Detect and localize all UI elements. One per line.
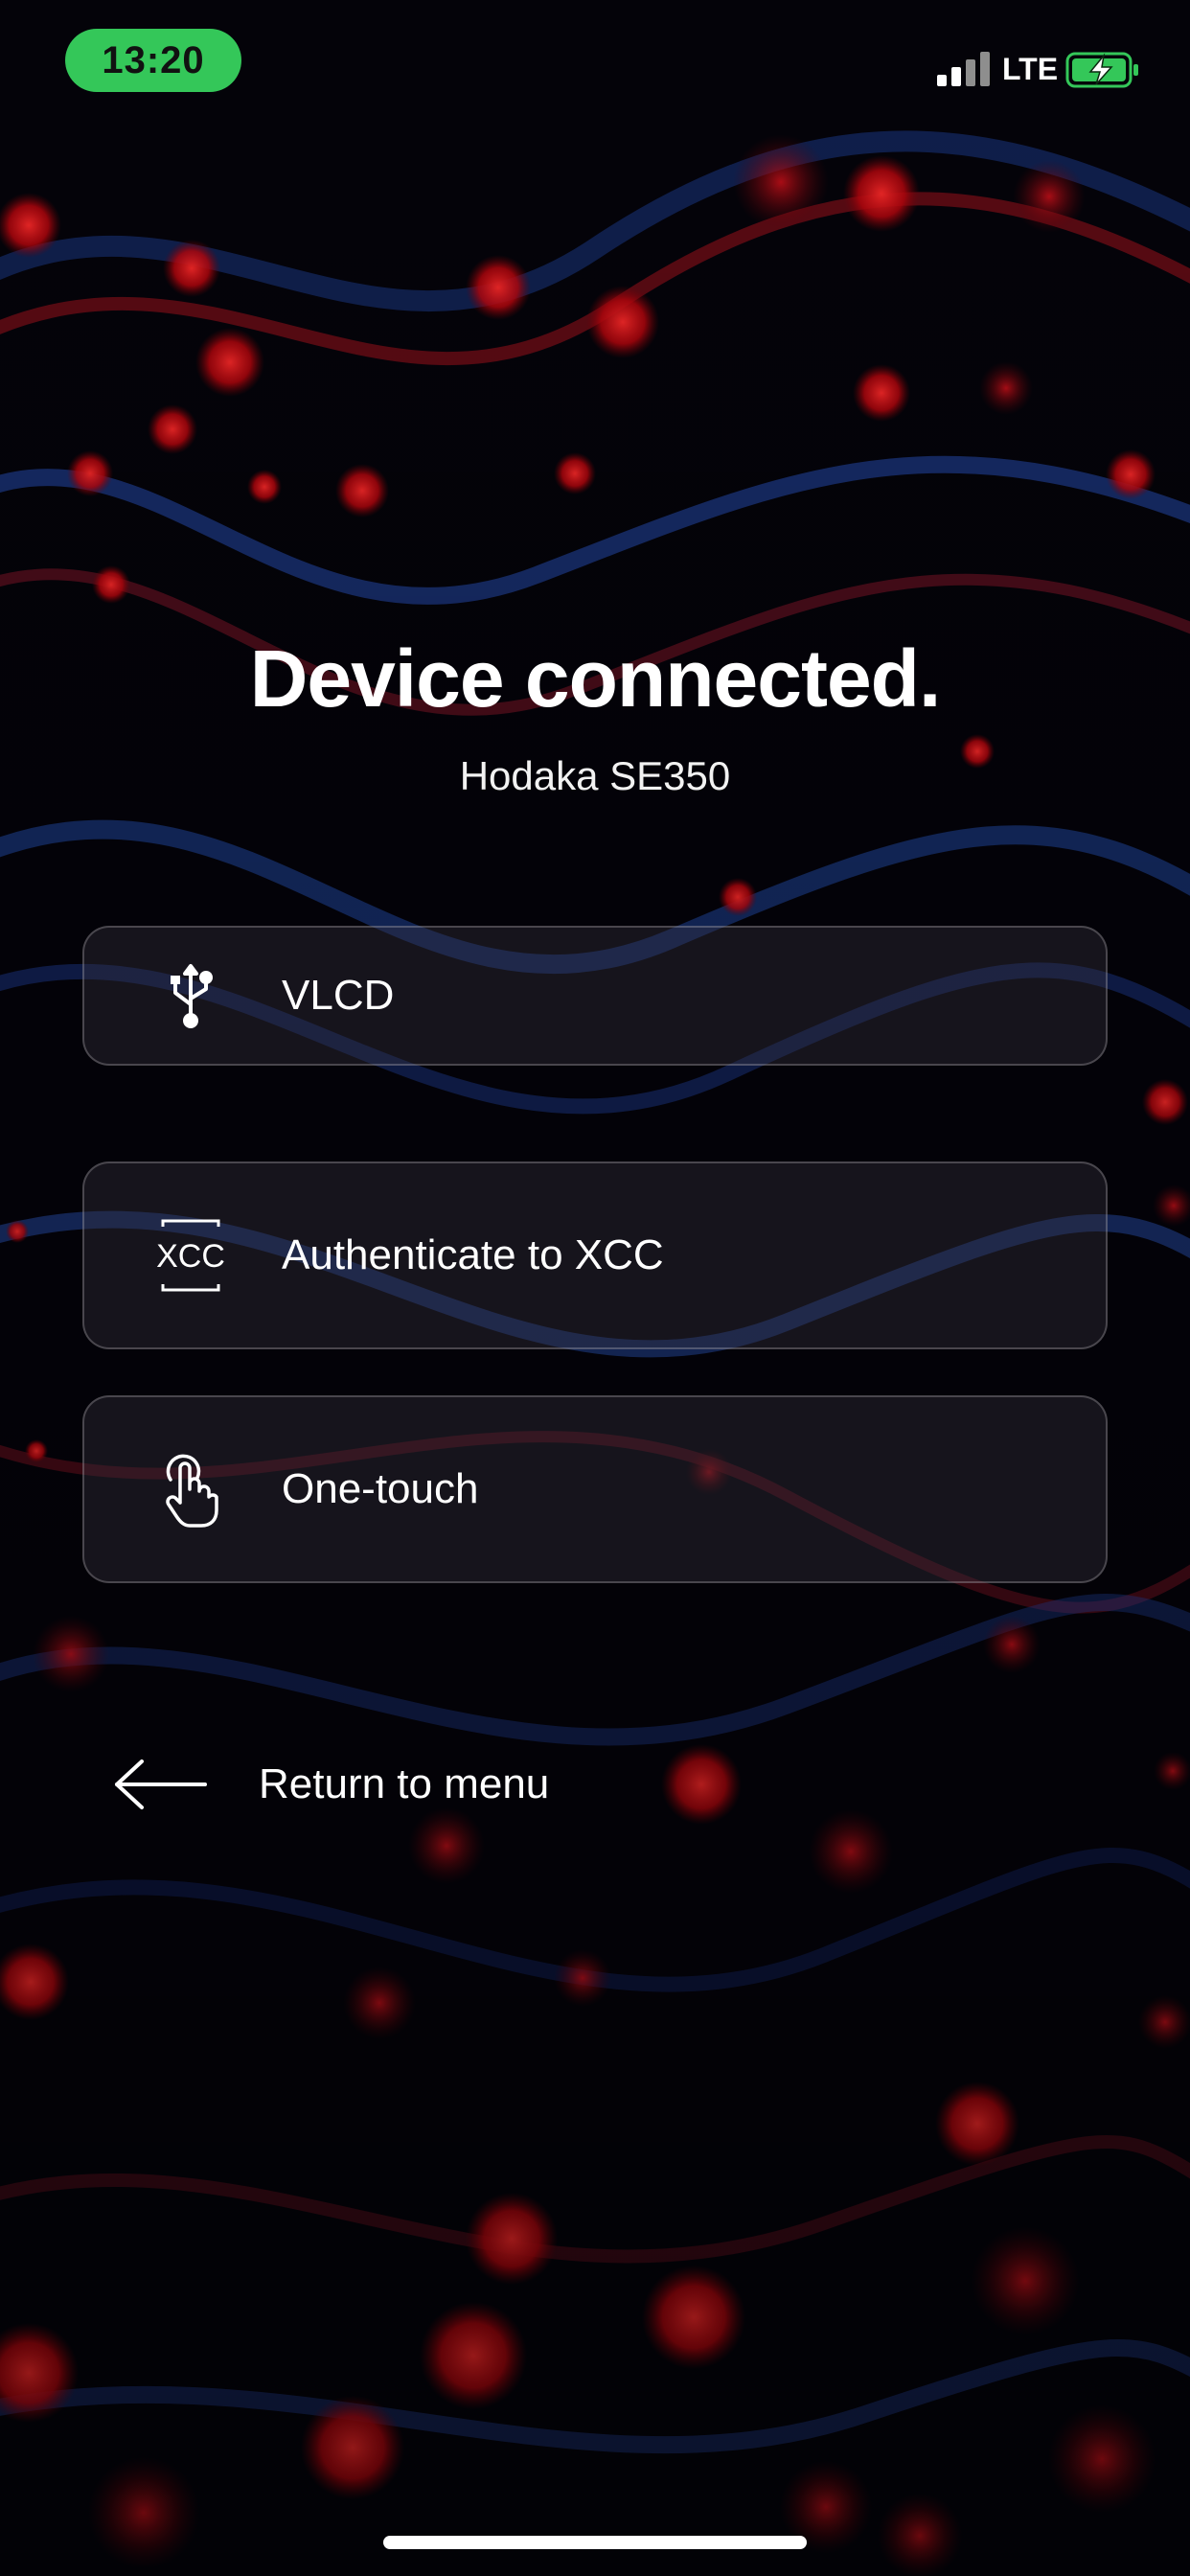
device-name: Hodaka SE350: [459, 753, 731, 798]
one-touch-button[interactable]: One-touch: [82, 1395, 1108, 1583]
authenticate-xcc-label: Authenticate to XCC: [282, 1231, 664, 1278]
return-to-menu-label: Return to menu: [259, 1760, 550, 1807]
cellular-signal-icon: [937, 52, 990, 86]
home-indicator[interactable]: [383, 2536, 807, 2549]
battery-charging-icon: [1065, 52, 1138, 88]
one-touch-label: One-touch: [282, 1465, 479, 1512]
vlcd-label: VLCD: [282, 972, 395, 1019]
page-title: Device connected.: [249, 633, 942, 724]
arrow-left-icon: [113, 1758, 209, 1811]
return-to-menu-button[interactable]: Return to menu: [113, 1742, 611, 1827]
network-type: LTE: [1002, 52, 1059, 86]
authenticate-xcc-button[interactable]: XCC Authenticate to XCC: [82, 1162, 1108, 1349]
status-time: 13:20: [65, 29, 241, 92]
usb-icon: [149, 954, 232, 1037]
status-bar: 13:20 LTE: [0, 0, 1190, 115]
svg-text:XCC: XCC: [156, 1238, 225, 1275]
vlcd-button[interactable]: VLCD: [82, 926, 1108, 1066]
touch-icon: [149, 1448, 232, 1530]
xcc-icon: XCC: [149, 1214, 232, 1297]
